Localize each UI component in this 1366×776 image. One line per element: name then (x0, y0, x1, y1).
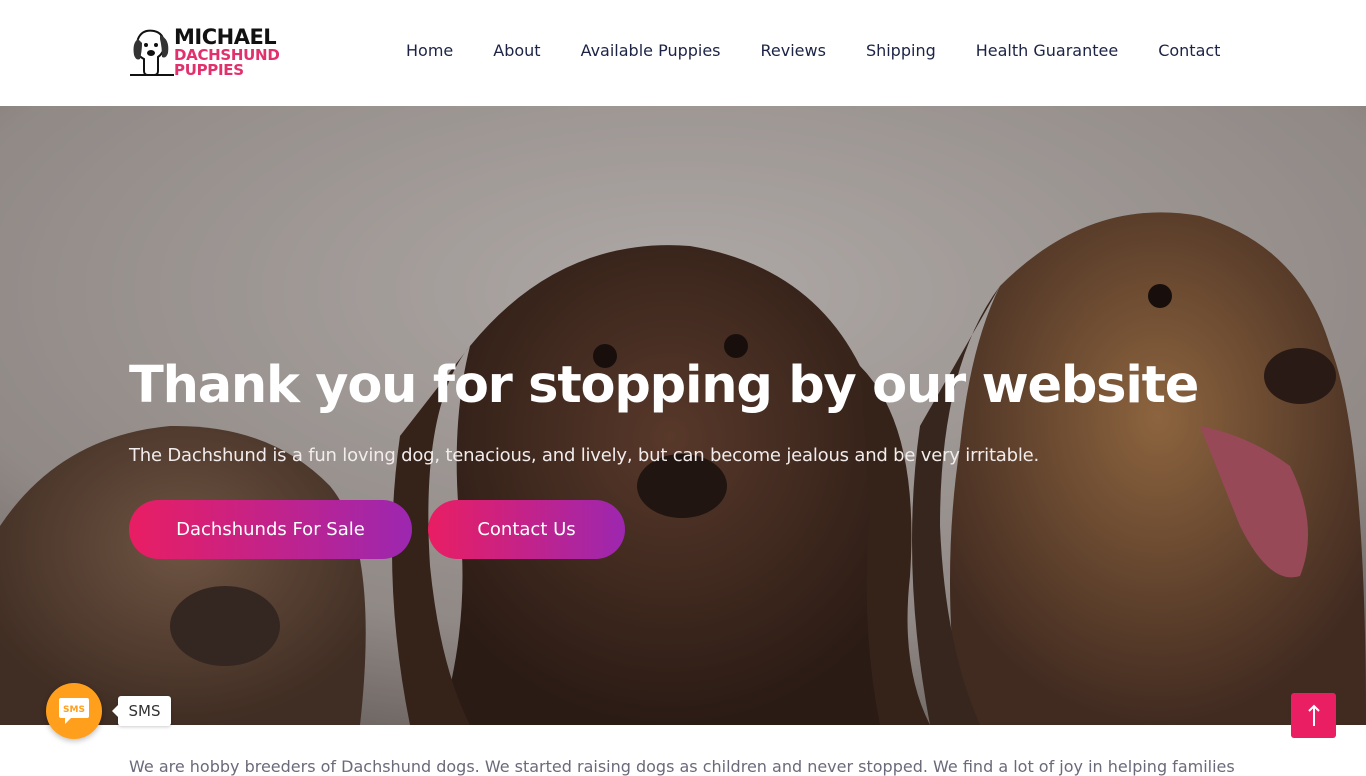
dachshunds-for-sale-button[interactable]: Dachshunds For Sale (129, 500, 412, 559)
dachshund-logo-icon (130, 29, 174, 76)
nav-reviews[interactable]: Reviews (761, 41, 826, 60)
nav-health-guarantee[interactable]: Health Guarantee (976, 41, 1118, 60)
nav-contact[interactable]: Contact (1158, 41, 1220, 60)
logo-title: MICHAEL (174, 24, 277, 49)
hero-overlay (0, 106, 1366, 725)
nav-home[interactable]: Home (406, 41, 453, 60)
site-logo[interactable]: MICHAEL DACHSHUND PUPPIES (128, 24, 293, 80)
hero-title: Thank you for stopping by our website (129, 356, 1199, 415)
sms-chat-button[interactable]: SMS (46, 683, 102, 739)
main-nav: Home About Available Puppies Reviews Shi… (406, 41, 1220, 60)
site-header: MICHAEL DACHSHUND PUPPIES Home About Ava… (0, 0, 1366, 106)
nav-about[interactable]: About (493, 41, 540, 60)
hero-section: Thank you for stopping by our website Th… (0, 106, 1366, 725)
contact-us-button[interactable]: Contact Us (428, 500, 625, 559)
nav-shipping[interactable]: Shipping (866, 41, 936, 60)
arrow-up-icon (1307, 704, 1320, 726)
scroll-to-top-button[interactable] (1291, 693, 1336, 738)
sms-icon-text: SMS (63, 705, 85, 715)
hero-subtitle: The Dachshund is a fun loving dog, tenac… (129, 445, 1040, 466)
intro-text: We are hobby breeders of Dachshund dogs.… (129, 757, 1235, 776)
nav-available-puppies[interactable]: Available Puppies (581, 41, 721, 60)
sms-label: SMS (112, 696, 171, 726)
sms-bubble-icon: SMS (59, 698, 89, 724)
logo-subtitle-2: PUPPIES (174, 60, 244, 79)
